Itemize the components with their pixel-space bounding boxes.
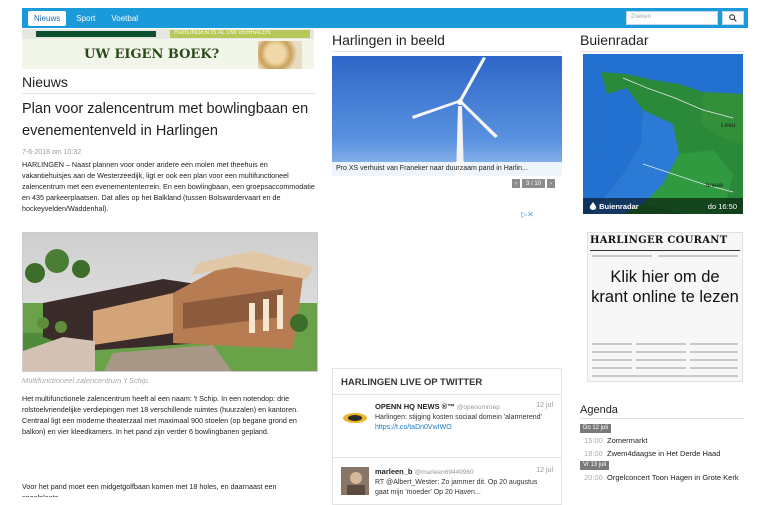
slideshow-pager: ‹ 3 / 10 › — [512, 179, 556, 188]
ad-banner[interactable]: HARLINGEN IS AL UW VERHALEN UW EIGEN BOE… — [22, 29, 314, 69]
article-paragraph: Voor het pand moet een midgetgolfbaan ko… — [22, 482, 277, 497]
radar-time: do 16:50 — [707, 202, 737, 211]
radar-map-image — [583, 54, 743, 214]
radar-city-label: Leeu — [721, 122, 736, 129]
main-nav: Nieuws Sport Voetbal — [28, 11, 144, 26]
article-date: 7-6-2018 om 10:32 — [22, 149, 82, 156]
tweet-date[interactable]: 12 jul — [536, 402, 553, 409]
agenda-time: 20:00 — [584, 473, 603, 482]
radar-footer: Buienradar do 16:50 — [583, 198, 743, 214]
divider — [22, 93, 316, 94]
building-render — [23, 233, 317, 371]
image-caption: Multifunctioneel zalencentrum 't Schip. — [22, 376, 150, 385]
tweet-item[interactable]: OPENN HQ NEWS ®™ @openomroep 12 jul Harl… — [333, 396, 561, 452]
banner-photo — [258, 41, 302, 69]
photo-caption: Pro XS verhuist van Franeker naar duurza… — [332, 162, 562, 176]
nav-item-nieuws[interactable]: Nieuws — [28, 11, 67, 26]
agenda-event[interactable]: Zomermarkt — [607, 435, 747, 446]
search-button[interactable] — [722, 11, 744, 25]
divider — [333, 457, 561, 458]
divider — [580, 51, 744, 52]
nav-item-sport[interactable]: Sport — [70, 11, 101, 26]
radar-section-title: Buienradar — [580, 32, 649, 48]
photos-section-title: Harlingen in beeld — [332, 32, 445, 48]
search-input[interactable]: Zoeken — [626, 11, 718, 25]
agenda-event[interactable]: Orgelconcert Toon Hagen in Grote Kerk — [607, 472, 747, 483]
agenda-day-badge: Vr 13 juli — [580, 461, 610, 470]
agenda-day-badge: Do 12 juli — [580, 424, 612, 433]
article-image[interactable] — [22, 232, 318, 372]
twitter-header: HARLINGEN LIVE OP TWITTER — [333, 369, 561, 395]
tweet-text: Harlingen: stijging kosten sociaal domei… — [375, 414, 542, 421]
tweet-link[interactable]: https://t.co/taDn0VwIWO — [375, 424, 452, 431]
avatar[interactable] — [341, 404, 369, 432]
next-slide-button[interactable]: › — [547, 179, 556, 188]
top-navbar: Nieuws Sport Voetbal Zoeken — [22, 8, 748, 28]
slide-counter: 3 / 10 — [522, 179, 546, 188]
agenda-title: Agenda — [580, 404, 618, 416]
radar-city-label: Sneek — [705, 182, 724, 189]
ad-choices-icon[interactable]: ▷✕ — [521, 210, 534, 219]
radar-brand: Buienradar — [599, 202, 639, 211]
agenda-time: 15:00 — [584, 436, 603, 445]
divider — [580, 418, 744, 419]
tweet-item[interactable]: marleen_b @marleen69449960 12 jul RT @Al… — [333, 461, 561, 504]
prev-slide-button[interactable]: ‹ — [512, 179, 520, 188]
divider — [332, 51, 562, 52]
read-online-link[interactable]: Klik hier om de krant online te lezen — [590, 267, 740, 307]
agenda-event[interactable]: Zwem4daagse in Het Derde Haad — [607, 448, 747, 459]
agenda-time: 18:00 — [584, 449, 603, 458]
newspaper-title: HARLINGER COURANT — [590, 235, 728, 246]
user-photo-icon — [341, 467, 369, 495]
article-headline[interactable]: Plan voor zalencentrum met bowlingbaan e… — [22, 98, 316, 142]
openn-logo-icon — [343, 413, 367, 423]
search-icon — [729, 14, 737, 22]
tweet-handle[interactable]: @marleen69449960 — [415, 469, 474, 476]
rain-drop-icon — [589, 202, 597, 210]
article-paragraph: Het multifunctionele zalencentrum heeft … — [22, 394, 299, 436]
banner-title: UW EIGEN BOEK? — [84, 47, 220, 62]
avatar[interactable] — [341, 467, 369, 495]
wind-turbine-photo — [332, 56, 562, 176]
newspaper-promo[interactable]: HARLINGER COURANT Klik hier om de krant … — [587, 232, 743, 382]
banner-top-text: HARLINGEN IS AL UW VERHALEN — [174, 30, 271, 36]
photo-slideshow[interactable]: Pro XS verhuist van Franeker naar duurza… — [332, 56, 562, 176]
tweet-author[interactable]: marleen_b — [375, 467, 413, 476]
rain-radar-map[interactable]: Leeu Sneek Buienradar do 16:50 — [583, 54, 743, 214]
nav-item-voetbal[interactable]: Voetbal — [105, 11, 144, 26]
news-section-title: Nieuws — [22, 74, 68, 90]
article-intro: HARLINGEN – Naast plannen voor onder and… — [22, 160, 315, 213]
tweet-text: RT @Albert_Wester: Zo jammer dit. Op 20 … — [375, 479, 538, 496]
tweet-handle[interactable]: @openomroep — [457, 404, 500, 411]
twitter-widget: HARLINGEN LIVE OP TWITTER OPENN HQ NEWS … — [332, 368, 562, 505]
tweet-author[interactable]: OPENN HQ NEWS ®™ — [375, 402, 455, 411]
tweet-date[interactable]: 12 jul — [536, 467, 553, 474]
